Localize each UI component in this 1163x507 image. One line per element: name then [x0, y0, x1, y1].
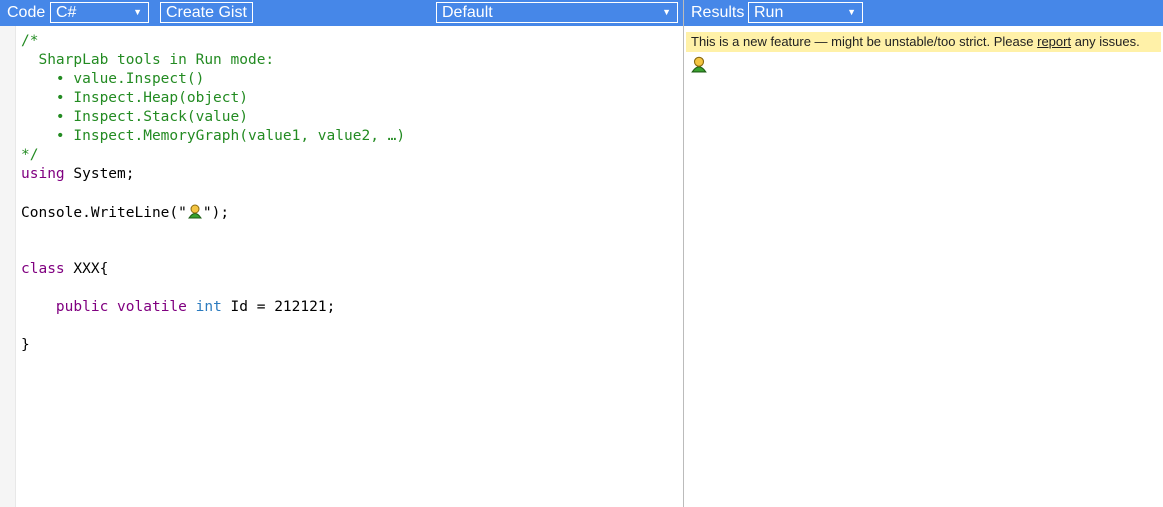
code-line: class XXX{: [21, 260, 405, 279]
keyword-volatile: volatile: [117, 299, 187, 315]
branch-select-value: Default: [442, 4, 493, 21]
warning-banner: This is a new feature — might be unstabl…: [686, 32, 1161, 52]
keyword-class: class: [21, 261, 65, 277]
chevron-down-icon: ▼: [662, 7, 671, 17]
results-label: Results: [691, 4, 745, 21]
results-toolbar: Results Run ▼: [684, 0, 1163, 26]
code-editor[interactable]: /* SharpLab tools in Run mode: • value.I…: [21, 32, 405, 355]
chevron-down-icon: ▼: [133, 7, 142, 17]
code-line: */: [21, 147, 39, 163]
code-text: Console.WriteLine(": [21, 205, 187, 221]
banner-text: any issues.: [1071, 34, 1140, 49]
code-line: using System;: [21, 165, 405, 184]
mode-select[interactable]: Run ▼: [748, 2, 863, 23]
report-link[interactable]: report: [1037, 34, 1071, 49]
banner-text: This is a new feature — might be unstabl…: [691, 34, 1038, 49]
language-select[interactable]: C# ▼: [50, 2, 149, 23]
chevron-down-icon: ▼: [847, 7, 856, 17]
code-line: }: [21, 337, 30, 353]
create-gist-button[interactable]: Create Gist: [160, 2, 253, 23]
code-label: Code: [7, 4, 46, 21]
code-toolbar: Code C# ▼ Create Gist Default ▼: [0, 0, 683, 26]
code-text: System;: [64, 166, 135, 182]
panel-divider[interactable]: [683, 0, 684, 507]
code-line: • value.Inspect(): [21, 71, 205, 87]
code-text: ");: [202, 205, 230, 221]
branch-select[interactable]: Default ▼: [436, 2, 678, 23]
code-line: • Inspect.Heap(object): [21, 90, 248, 106]
code-line: SharpLab tools in Run mode:: [21, 52, 275, 68]
person-emoji-icon: [691, 56, 707, 73]
code-line: public volatile int Id = 212121;: [21, 298, 405, 317]
code-line: Console.WriteLine(" ");: [21, 203, 405, 222]
keyword-public: public: [55, 299, 109, 315]
mode-select-value: Run: [754, 4, 784, 21]
code-text: XXX{: [64, 261, 109, 277]
code-line: • Inspect.Stack(value): [21, 109, 248, 125]
type-int: int: [195, 299, 222, 315]
code-text: Id = 212121;: [221, 299, 336, 315]
keyword-using: using: [21, 166, 65, 182]
code-line: /*: [21, 33, 39, 49]
person-emoji-icon: [187, 204, 202, 219]
language-select-value: C#: [56, 4, 77, 21]
editor-gutter: [0, 26, 16, 507]
code-line: • Inspect.MemoryGraph(value1, value2, …): [21, 128, 406, 144]
